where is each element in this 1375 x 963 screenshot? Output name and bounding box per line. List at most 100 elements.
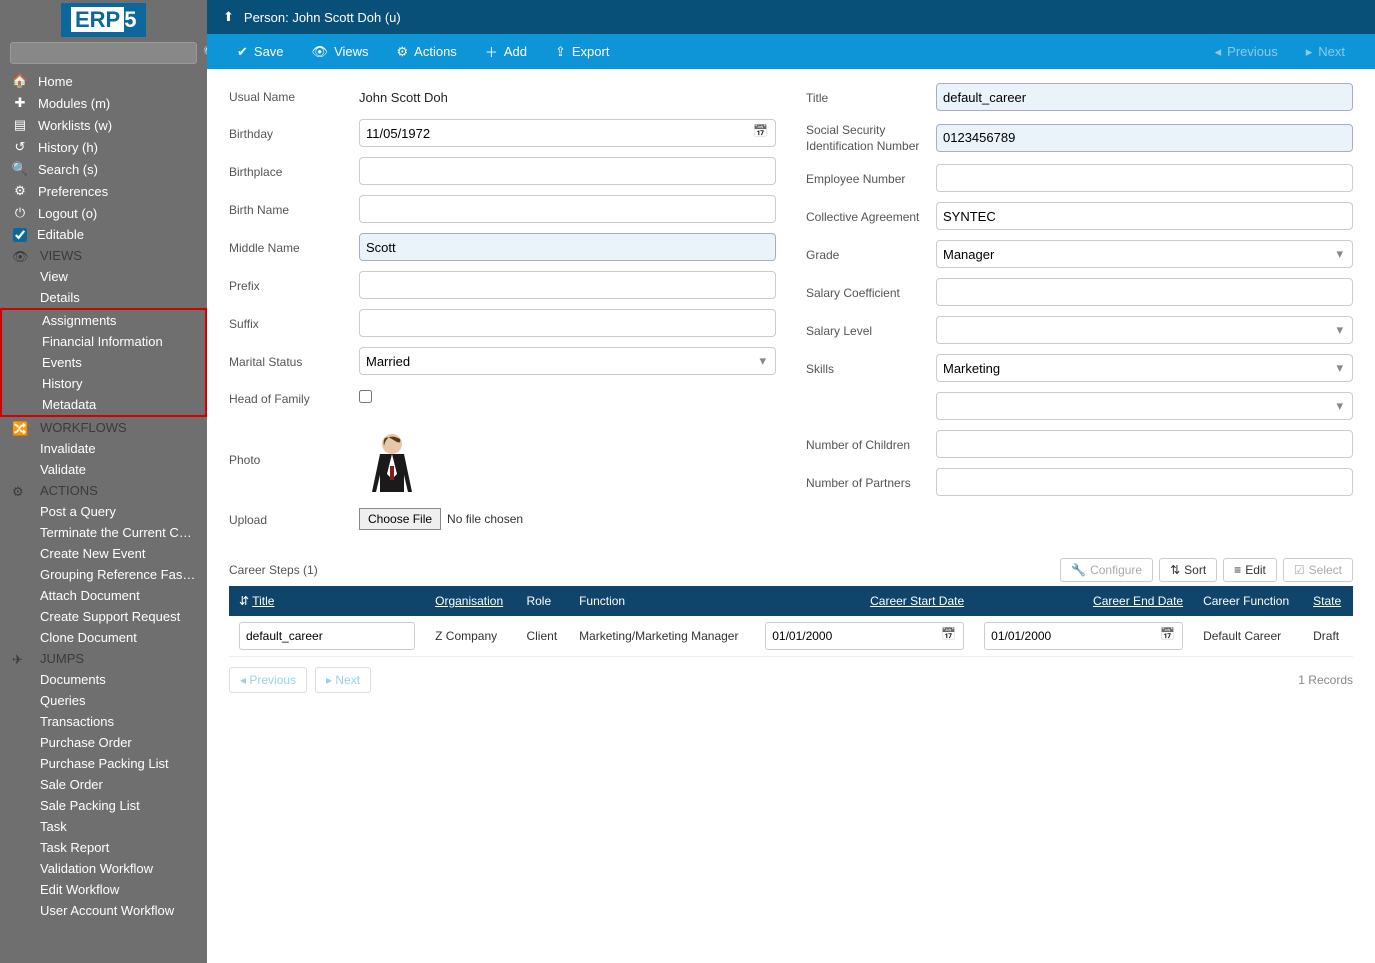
col-role[interactable]: Role (516, 586, 569, 616)
breadcrumb-text[interactable]: Person: John Scott Doh (u) (244, 10, 401, 25)
edit-button[interactable]: ≡Edit (1223, 558, 1277, 582)
sidebar-item[interactable]: Documents (0, 669, 207, 690)
prefix-input[interactable] (359, 271, 776, 299)
sidebar-item[interactable]: Terminate the Current Career… (0, 522, 207, 543)
nav-icon: 🔍 (10, 161, 30, 177)
sidebar-item[interactable]: Post a Query (0, 501, 207, 522)
search-input[interactable] (10, 42, 197, 64)
export-button[interactable]: ⇪Export (541, 34, 623, 69)
editable-label: Editable (37, 227, 84, 242)
sidebar-item[interactable]: History (2, 373, 205, 394)
num-children-input[interactable] (936, 430, 1353, 458)
title-input[interactable] (936, 83, 1353, 111)
head-of-family-checkbox[interactable] (359, 390, 372, 403)
sidebar-item[interactable]: Transactions (0, 711, 207, 732)
sidebar-item[interactable]: Events (2, 352, 205, 373)
sidebar-item[interactable]: Details (0, 287, 207, 308)
birth-name-input[interactable] (359, 195, 776, 223)
sidebar-item[interactable]: Financial Information (2, 331, 205, 352)
marital-status-label: Marital Status (229, 353, 359, 369)
nav-label: Search (s) (38, 162, 98, 177)
photo-thumbnail[interactable] (359, 421, 424, 496)
sidebar-item[interactable]: Task Report (0, 837, 207, 858)
add-button[interactable]: ＋Add (471, 34, 541, 69)
nav-item[interactable]: ⚙Preferences (0, 180, 207, 202)
caret-right-icon: ▸ (1306, 44, 1313, 60)
row-title-input[interactable] (239, 622, 415, 650)
sidebar-item[interactable]: Assignments (2, 310, 205, 331)
sidebar-item[interactable]: Create New Event (0, 543, 207, 564)
nav-label: Financial Information (42, 334, 163, 349)
nav-label: Events (42, 355, 82, 370)
nav-item[interactable]: ▤Worklists (w) (0, 114, 207, 136)
sidebar-item[interactable]: Create Support Request (0, 606, 207, 627)
sidebar-item[interactable]: User Account Workflow (0, 900, 207, 921)
sidebar-item[interactable]: Edit Workflow (0, 879, 207, 900)
col-title[interactable]: Title (252, 594, 274, 608)
sort-button[interactable]: ⇅Sort (1159, 558, 1217, 582)
sidebar-item[interactable]: Validate (0, 459, 207, 480)
nav-item[interactable]: 🔍 Search (s) (0, 158, 207, 180)
skills-select[interactable]: Marketing (936, 354, 1353, 382)
salary-coefficient-input[interactable] (936, 278, 1353, 306)
suffix-input[interactable] (359, 309, 776, 337)
col-state[interactable]: State (1313, 594, 1341, 608)
views-button[interactable]: 👁Views (298, 34, 383, 69)
nav-label: Invalidate (40, 441, 96, 456)
birthplace-input[interactable] (359, 157, 776, 185)
birthday-input[interactable] (359, 119, 776, 147)
sort-indicator-icon[interactable]: ⇵ (239, 594, 249, 608)
editable-checkbox[interactable] (13, 228, 27, 242)
nav-item[interactable]: 🏠Home (0, 70, 207, 92)
birth-name-label: Birth Name (229, 201, 359, 217)
col-career-function[interactable]: Career Function (1193, 586, 1303, 616)
employee-number-input[interactable] (936, 164, 1353, 192)
nav-item[interactable]: ⏻Logout (o) (0, 202, 207, 224)
choose-file-button[interactable]: Choose File (359, 508, 441, 530)
actions-button[interactable]: ⚙Actions (383, 34, 471, 69)
sidebar-item[interactable]: Clone Document (0, 627, 207, 648)
nav-item[interactable]: ✚Modules (m) (0, 92, 207, 114)
nav-item[interactable]: ↺History (h) (0, 136, 207, 158)
nav-editable[interactable]: Editable (0, 224, 207, 245)
table-row[interactable]: Z Company Client Marketing/Marketing Man… (229, 616, 1353, 657)
row-end-input[interactable] (984, 622, 1183, 650)
collective-agreement-input[interactable] (936, 202, 1353, 230)
ssn-input[interactable] (936, 124, 1353, 152)
sidebar-item[interactable]: Sale Order (0, 774, 207, 795)
usual-name-label: Usual Name (229, 88, 359, 104)
sidebar-item[interactable]: Queries (0, 690, 207, 711)
col-function[interactable]: Function (569, 586, 755, 616)
nav-label: Create New Event (40, 546, 146, 561)
col-end[interactable]: Career End Date (1093, 594, 1183, 608)
logo[interactable]: ERP5 (61, 3, 146, 37)
row-start-input[interactable] (765, 622, 964, 650)
num-partners-input[interactable] (936, 468, 1353, 496)
sidebar-item[interactable]: Attach Document (0, 585, 207, 606)
col-organisation[interactable]: Organisation (435, 594, 503, 608)
main-area: ⬆ Person: John Scott Doh (u) ✔Save 👁View… (207, 0, 1375, 963)
sidebar-item[interactable]: Purchase Order (0, 732, 207, 753)
sidebar-item[interactable]: Invalidate (0, 438, 207, 459)
sidebar-item[interactable]: Task (0, 816, 207, 837)
skills-select-2[interactable] (936, 392, 1353, 420)
grade-select[interactable]: Manager (936, 240, 1353, 268)
sidebar-item[interactable]: Purchase Packing List (0, 753, 207, 774)
sidebar-item[interactable]: Metadata (2, 394, 205, 415)
actions-header: ⚙ACTIONS (0, 480, 207, 501)
middle-name-input[interactable] (359, 233, 776, 261)
nav-label: Grouping Reference Fast Input (40, 567, 207, 582)
marital-status-select[interactable]: Married (359, 347, 776, 375)
up-icon[interactable]: ⬆ (223, 9, 234, 25)
sidebar-item[interactable]: View (0, 266, 207, 287)
left-column: Usual NameJohn Scott Doh Birthday Birthp… (229, 83, 776, 542)
check-square-icon: ☑ (1294, 563, 1305, 577)
sidebar-item[interactable]: Sale Packing List (0, 795, 207, 816)
sidebar-item[interactable]: Grouping Reference Fast Input (0, 564, 207, 585)
salary-level-select[interactable] (936, 316, 1353, 344)
save-button[interactable]: ✔Save (223, 34, 298, 69)
sidebar-item[interactable]: Validation Workflow (0, 858, 207, 879)
col-start[interactable]: Career Start Date (870, 594, 964, 608)
nav-label: Sale Packing List (40, 798, 140, 813)
row-state: Draft (1303, 616, 1353, 657)
